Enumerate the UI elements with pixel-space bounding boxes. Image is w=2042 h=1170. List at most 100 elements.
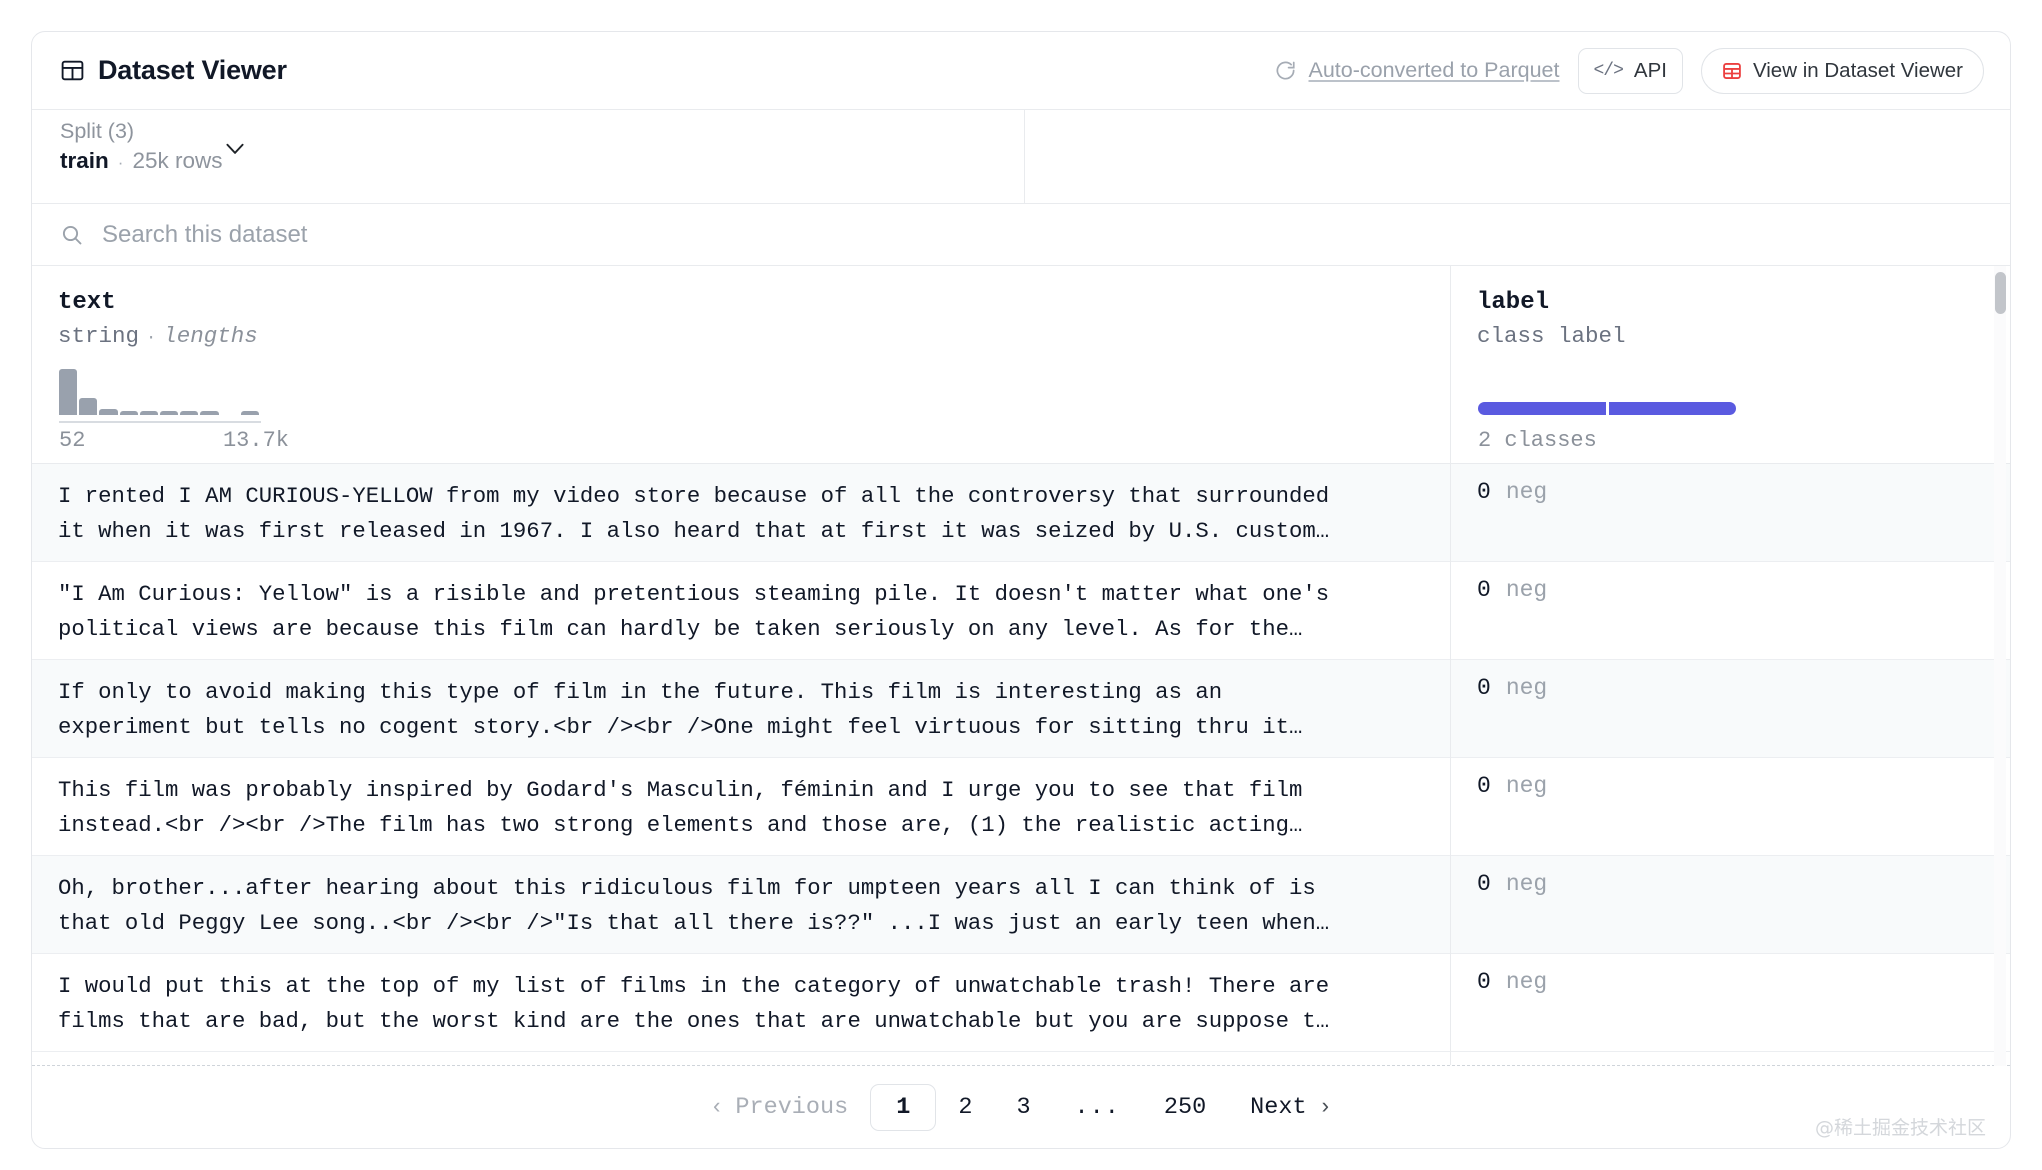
histogram-range-labels: 52 13.7k (59, 428, 289, 453)
label-id: 0 (1477, 675, 1491, 701)
search-icon (60, 223, 84, 247)
table-row[interactable]: I would put this at the top of my list o… (32, 954, 1450, 1052)
cell-text-value: This film was probably inspired by Godar… (58, 773, 1424, 843)
table-row[interactable]: Oh, brother...after hearing about this r… (32, 856, 1450, 954)
scrollbar-thumb[interactable] (1995, 272, 2006, 314)
chevron-down-icon[interactable] (222, 121, 248, 161)
code-brackets-icon: </> (1594, 61, 1623, 81)
label-id: 0 (1477, 773, 1491, 799)
histogram-max-label: 13.7k (223, 428, 289, 453)
cell-text-value: "I Am Curious: Yellow" is a risible and … (58, 577, 1424, 647)
label-id: 0 (1477, 577, 1491, 603)
column-type-value: string (58, 323, 139, 349)
split-row-count: 25k rows (132, 150, 222, 173)
page-number-button[interactable]: 250 (1142, 1084, 1228, 1131)
watermark: @稀土掘金技术社区 (1815, 1113, 1986, 1140)
column-type-label: class label (1477, 323, 1984, 349)
header-actions: Auto-converted to Parquet </> API View i… (1274, 48, 1985, 94)
class-count-label: 2 classes (1478, 428, 1597, 453)
table-row-label[interactable]: 0 neg (1451, 954, 2010, 1052)
previous-page-button[interactable]: ‹ Previous (688, 1084, 870, 1131)
class-segment (1478, 402, 1606, 415)
text-cells: I rented I AM CURIOUS-YELLOW from my vid… (32, 464, 1450, 1052)
column-name-label: label (1477, 288, 1984, 318)
page-number-button[interactable]: 1 (870, 1084, 936, 1131)
parquet-label: Auto-converted to Parquet (1309, 58, 1560, 83)
cell-text-value: I would put this at the top of my list o… (58, 969, 1424, 1039)
column-type-value-label: class label (1477, 323, 1626, 349)
histogram-bar (221, 411, 239, 415)
view-in-dataset-viewer-button[interactable]: View in Dataset Viewer (1701, 48, 1984, 94)
class-distribution-bar (1478, 402, 1736, 415)
page-number-button[interactable]: 2 (936, 1084, 994, 1131)
search-bar[interactable] (32, 204, 2010, 266)
table-row[interactable]: This film was probably inspired by Godar… (32, 758, 1450, 856)
vertical-scrollbar[interactable] (1994, 266, 2006, 1066)
histogram-bar (200, 411, 218, 415)
page-ellipsis: ... (1053, 1084, 1142, 1131)
histogram-min-label: 52 (59, 428, 85, 453)
next-page-button[interactable]: Next › (1228, 1084, 1354, 1131)
page-title: Dataset Viewer (98, 55, 287, 86)
table-row[interactable]: If only to avoid making this type of fil… (32, 660, 1450, 758)
label-name: neg (1506, 969, 1547, 995)
column-name-text: text (58, 288, 1424, 318)
histogram-axis (59, 421, 261, 423)
split-row-empty-area (1025, 110, 2010, 203)
cell-text-value: Oh, brother...after hearing about this r… (58, 871, 1424, 941)
dataset-table: text string · lengths 52 13.7k I rented … (32, 266, 2010, 1066)
table-row-label[interactable]: 0 neg (1451, 758, 2010, 856)
table-row[interactable]: "I Am Curious: Yellow" is a risible and … (32, 562, 1450, 660)
histogram-bar (180, 411, 198, 415)
split-row: Split (3) train · 25k rows (32, 110, 2010, 204)
column-stat-name: lengths (163, 323, 258, 349)
column-type-text: string · lengths (58, 323, 1424, 349)
split-name: train (60, 150, 109, 173)
label-name: neg (1506, 577, 1547, 603)
grid-icon (60, 58, 85, 83)
histogram-bar (59, 369, 77, 415)
header-left: Dataset Viewer (60, 55, 287, 86)
class-segment (1609, 402, 1737, 415)
page-number-list: 123...250 (870, 1084, 1228, 1131)
search-input[interactable] (102, 221, 1982, 249)
histogram-bar (99, 409, 117, 415)
cell-text-value: If only to avoid making this type of fil… (58, 675, 1424, 745)
histogram-bar (140, 411, 158, 415)
pagination: ‹ Previous 123...250 Next › (32, 1066, 2010, 1148)
page-number-button[interactable]: 3 (994, 1084, 1052, 1131)
card-header: Dataset Viewer Auto-converted to Parquet… (32, 32, 2010, 110)
table-row-label[interactable]: 0neg (1451, 464, 2010, 562)
api-button[interactable]: </> API (1578, 48, 1683, 94)
cell-text-value: I rented I AM CURIOUS-YELLOW from my vid… (58, 479, 1424, 549)
split-selector[interactable]: Split (3) train · 25k rows (32, 110, 1025, 203)
column-header-text: text string · lengths 52 13.7k (32, 266, 1450, 464)
label-id: 0 (1477, 969, 1491, 995)
column-type-separator: · (146, 329, 156, 348)
auto-converted-parquet-link[interactable]: Auto-converted to Parquet (1274, 58, 1560, 83)
label-id: 0 (1477, 479, 1491, 505)
refresh-icon (1274, 59, 1297, 82)
chevron-left-icon: ‹ (710, 1095, 723, 1120)
histogram-bar (79, 398, 97, 415)
column-header-label: label class label 2 classes (1451, 266, 2010, 464)
split-value: train · 25k rows (60, 150, 222, 173)
histogram-bar (120, 411, 138, 415)
histogram-bar (241, 411, 259, 415)
table-row[interactable]: I rented I AM CURIOUS-YELLOW from my vid… (32, 464, 1450, 562)
table-row-label[interactable]: 0neg (1451, 856, 2010, 954)
grid-icon-red (1722, 61, 1742, 81)
split-texts: Split (3) train · 25k rows (60, 121, 222, 172)
table-row-label[interactable]: 0 neg (1451, 562, 2010, 660)
label-name: neg (1506, 675, 1547, 701)
split-caption: Split (3) (60, 121, 222, 143)
label-name: neg (1506, 871, 1547, 897)
previous-label: Previous (735, 1094, 848, 1121)
histogram-bar (160, 411, 178, 415)
label-cells: 0neg0neg0neg0neg0neg0neg (1451, 464, 2010, 1052)
next-label: Next (1250, 1094, 1306, 1121)
label-name: neg (1506, 773, 1547, 799)
table-row-label[interactable]: 0 neg (1451, 660, 2010, 758)
dataset-viewer-card: Dataset Viewer Auto-converted to Parquet… (31, 31, 2011, 1149)
split-separator: · (118, 154, 124, 171)
